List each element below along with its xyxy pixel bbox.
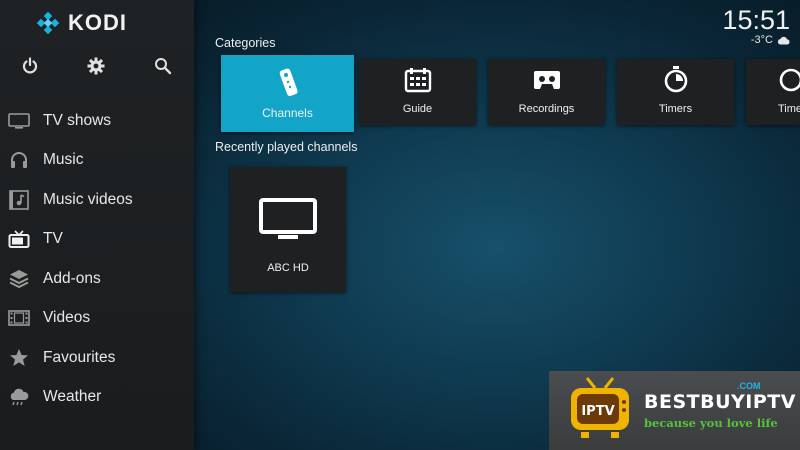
sidebar-item-add-ons[interactable]: Add-ons [0, 259, 194, 299]
calendar-guide-icon [404, 68, 431, 93]
ad-tagline: because you love life [644, 416, 778, 430]
sidebar-item-label: Add-ons [43, 269, 101, 287]
stopwatch-icon [664, 66, 687, 93]
retro-tv-icon [8, 228, 30, 250]
sidebar-item-label: Favourites [43, 348, 116, 366]
power-icon[interactable] [19, 55, 41, 77]
tile-timers[interactable]: Timers [617, 59, 734, 125]
star-icon [8, 347, 30, 369]
gear-icon[interactable] [85, 55, 107, 77]
addon-box-icon [8, 268, 30, 290]
ad-banner[interactable]: IPTV .COM BESTBUYIPTV because you love l… [549, 371, 800, 450]
sidebar-item-favourites[interactable]: Favourites [0, 338, 194, 378]
tile-label: Time [778, 103, 800, 115]
tv-monitor-icon [8, 110, 30, 132]
ad-brand: BESTBUYIPTV [644, 391, 796, 413]
tile-label: Channels [262, 106, 313, 120]
ad-badge-text: IPTV [581, 404, 614, 419]
clock-time: 15:51 [722, 5, 790, 35]
film-strip-icon [8, 307, 30, 329]
app-name: KODI [68, 10, 127, 35]
tile-recordings[interactable]: Recordings [488, 59, 605, 125]
sidebar-item-label: Music videos [43, 190, 133, 208]
remote-control-icon [279, 68, 298, 97]
search-icon[interactable] [152, 55, 174, 77]
ad-domain: .COM [737, 381, 761, 391]
tile-channels[interactable]: Channels [221, 55, 354, 132]
sidebar-item-music-videos[interactable]: Music videos [0, 180, 194, 220]
sidebar-item-label: Music [43, 151, 84, 169]
kodi-logo-icon [36, 11, 60, 35]
tile-label: ABC HD [267, 262, 309, 274]
clock-widget: 15:51 -3°C [722, 4, 790, 46]
tv-monitor-icon [259, 198, 317, 239]
tile-label: Guide [402, 103, 433, 115]
tile-label: Timers [658, 103, 693, 115]
sidebar-item-weather[interactable]: Weather [0, 378, 194, 418]
recent-title: Recently played channels [215, 140, 358, 154]
cassette-icon [533, 71, 560, 89]
cloud-icon [777, 36, 790, 44]
sidebar-item-music[interactable]: Music [0, 141, 194, 181]
music-video-icon [8, 189, 30, 211]
tile-label: Recordings [518, 103, 575, 115]
sidebar: KODI TV shows Music Music videos TV Add-… [0, 0, 194, 450]
kodi-logo[interactable]: KODI [36, 10, 127, 36]
cloud-icon [8, 386, 30, 408]
iptv-badge-logo: IPTV [571, 377, 629, 438]
sidebar-item-label: TV shows [43, 111, 112, 129]
sidebar-item-label: Weather [43, 388, 102, 406]
sidebar-item-videos[interactable]: Videos [0, 299, 194, 339]
headphones-icon [8, 149, 30, 171]
tile-guide[interactable]: Guide [359, 59, 476, 125]
top-toolbar [0, 55, 194, 79]
clock-icon [779, 68, 800, 92]
main-menu: TV shows Music Music videos TV Add-ons V… [0, 101, 194, 417]
tile-timer-rules[interactable]: Time [746, 59, 800, 125]
temperature: -3°C [750, 34, 773, 46]
sidebar-item-label: TV [43, 230, 63, 248]
tile-channel-abc-hd[interactable]: ABC HD [230, 167, 346, 292]
sidebar-item-tv-shows[interactable]: TV shows [0, 101, 194, 141]
sidebar-item-tv[interactable]: TV [0, 220, 194, 260]
sidebar-item-label: Videos [43, 309, 91, 327]
categories-title: Categories [215, 36, 276, 50]
